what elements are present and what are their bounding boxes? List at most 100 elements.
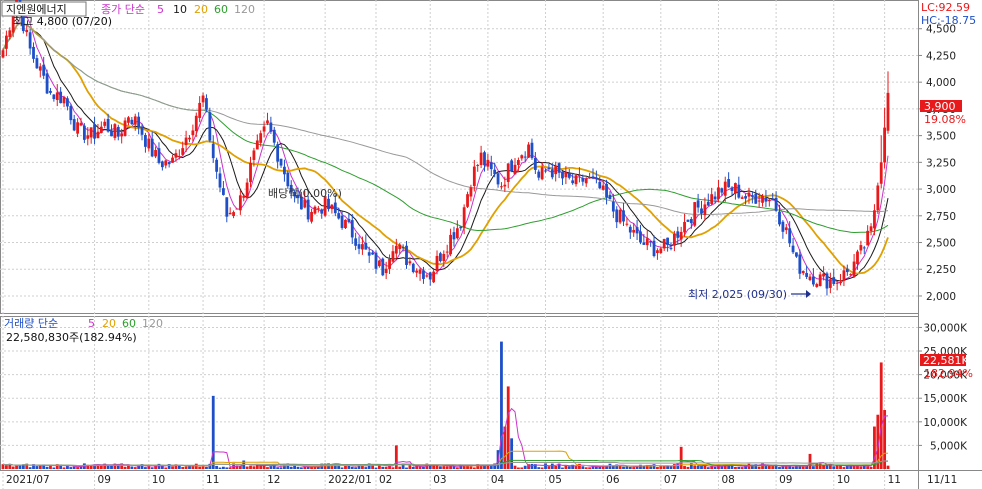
candle-body xyxy=(550,169,554,178)
volume-bar xyxy=(160,465,164,469)
low-annotation: 최저 2,025 (09/30) xyxy=(688,288,787,301)
candle-body xyxy=(659,248,663,253)
candle-body xyxy=(337,213,341,219)
candle-body xyxy=(517,160,520,166)
volume-bar xyxy=(191,466,195,469)
volume-bar xyxy=(771,466,775,469)
candle-body xyxy=(228,212,232,215)
volume-bar xyxy=(211,395,215,469)
candle-body xyxy=(147,138,151,149)
volume-bar xyxy=(394,445,398,469)
price-change: 19.08% xyxy=(924,113,966,126)
volume-info: 22,580,830주(182.94%) xyxy=(6,331,137,344)
candle-body xyxy=(52,94,56,100)
lc-text: LC:92.59 xyxy=(921,1,970,14)
legend-ma10: 10 xyxy=(173,3,187,16)
candle-body xyxy=(717,187,720,199)
candle-body xyxy=(38,66,42,71)
candle-body xyxy=(177,156,181,158)
candle-body xyxy=(35,58,39,69)
volume-bar xyxy=(354,467,358,469)
candle-body xyxy=(422,270,425,279)
volume-bar xyxy=(72,466,76,469)
volume-bar xyxy=(564,465,568,469)
candle-body xyxy=(425,275,429,277)
candle-body xyxy=(849,274,853,276)
stock-chart[interactable]: 2,0002,2502,5002,7503,0003,2503,5003,750… xyxy=(0,0,982,489)
candle-body xyxy=(238,195,242,211)
volume-bar xyxy=(815,463,819,469)
candle-body xyxy=(130,119,134,125)
candle-body xyxy=(856,251,859,265)
candle-body xyxy=(795,252,798,257)
volume-bar xyxy=(832,466,836,469)
candle-body xyxy=(835,282,839,284)
volume-bar xyxy=(432,465,436,469)
volume-bar xyxy=(554,465,558,469)
legend-ma120: 120 xyxy=(234,3,255,16)
volume-tick-label: 30,000K xyxy=(923,322,968,334)
candle-body xyxy=(564,172,568,178)
candle-body xyxy=(415,270,419,273)
candle-body xyxy=(116,126,120,137)
volume-bar xyxy=(374,467,378,469)
candle-body xyxy=(8,30,12,38)
candle-body xyxy=(639,231,642,243)
candle-body xyxy=(727,179,731,188)
candle-body xyxy=(442,253,446,262)
candle-body xyxy=(225,197,229,217)
volume-bar xyxy=(228,467,232,469)
candle-body xyxy=(581,178,585,182)
volume-tick-label: 10,000K xyxy=(923,417,968,429)
volume-bar xyxy=(52,467,56,469)
volume-bar xyxy=(222,466,225,469)
candle-body xyxy=(367,252,371,256)
candle-body xyxy=(649,240,653,243)
time-tick-label: 04 xyxy=(491,474,505,486)
candle-body xyxy=(506,163,510,182)
candle-body xyxy=(656,250,659,254)
time-tick-label: 11 xyxy=(888,474,901,486)
volume-bar xyxy=(822,465,825,469)
candle-body xyxy=(59,91,63,104)
candle-body xyxy=(798,254,802,274)
volume-bar xyxy=(15,465,18,469)
candle-body xyxy=(812,276,815,285)
candle-body xyxy=(371,252,374,255)
volume-bar xyxy=(506,386,510,469)
candle-body xyxy=(761,196,764,203)
candle-body xyxy=(825,273,829,289)
volume-bar xyxy=(62,467,66,469)
candle-body xyxy=(110,130,113,137)
volume-bar xyxy=(693,465,697,469)
candle-body xyxy=(652,240,656,257)
volume-bar xyxy=(28,467,32,469)
candle-body xyxy=(686,219,690,222)
candle-body xyxy=(693,202,697,226)
candle-body xyxy=(208,112,212,141)
volume-bar xyxy=(194,463,198,469)
candle-body xyxy=(737,184,741,198)
candle-body xyxy=(171,157,174,163)
candle-body xyxy=(69,106,73,121)
volume-bar xyxy=(35,466,39,469)
volume-bar xyxy=(839,465,842,469)
candle-body xyxy=(245,182,249,199)
candle-body xyxy=(625,223,629,225)
volume-bar xyxy=(879,362,883,469)
time-tick-label: 03 xyxy=(433,474,446,486)
candle-body xyxy=(679,231,683,240)
volume-bar xyxy=(530,463,534,469)
volume-bar xyxy=(164,467,168,469)
volume-bar xyxy=(245,466,249,469)
volume-bar xyxy=(547,466,551,469)
candle-body xyxy=(42,64,46,76)
candle-body xyxy=(381,258,385,276)
candle-body xyxy=(89,127,93,138)
candle-body xyxy=(866,230,870,246)
candle-body xyxy=(567,173,571,178)
candle-body xyxy=(662,238,666,249)
volume-badge-text: 22,581K xyxy=(923,354,969,367)
volume-bar xyxy=(306,466,310,469)
candle-body xyxy=(537,171,541,178)
